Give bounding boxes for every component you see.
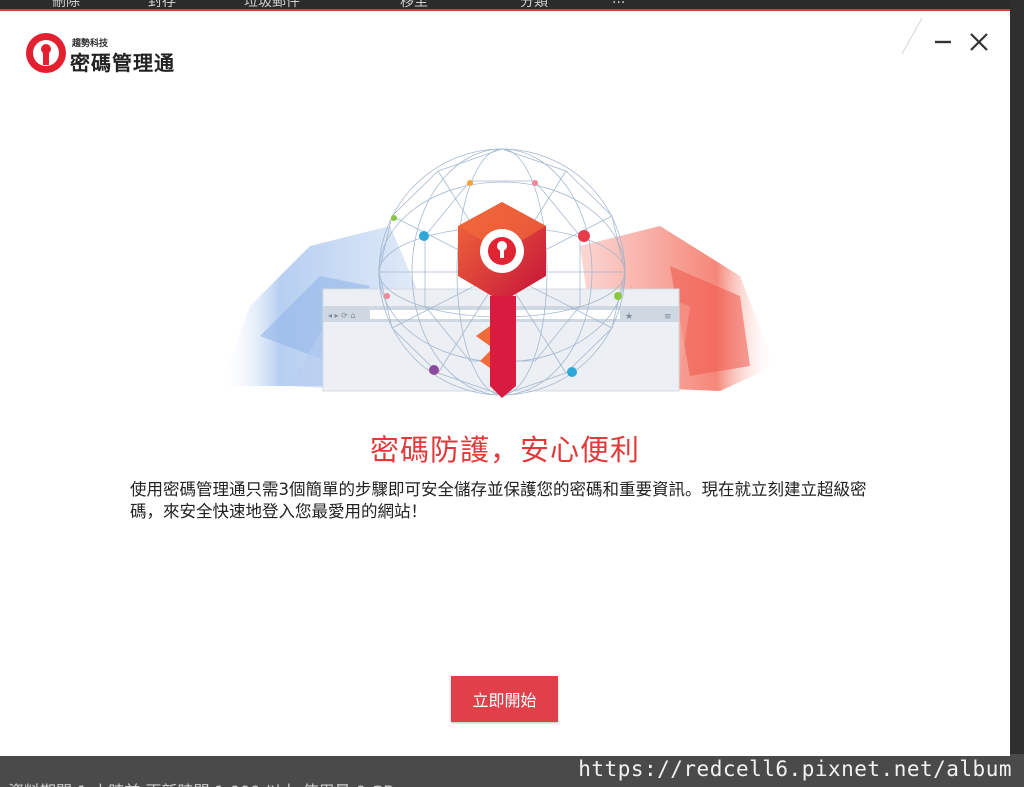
close-icon[interactable] bbox=[966, 29, 992, 55]
minimize-icon[interactable] bbox=[930, 29, 956, 55]
bg-toolbar-category[interactable]: 分類 bbox=[520, 0, 548, 9]
start-now-button[interactable]: 立即開始 bbox=[451, 676, 558, 722]
bg-toolbar-delete[interactable]: 刪除 bbox=[52, 0, 80, 9]
description-text: 使用密碼管理通只需3個簡單的步驟即可安全儲存並保護您的密碼和重要資訊。現在就立刻… bbox=[130, 480, 867, 521]
bg-status-text: 資料期間 1 小時前 更新時間 1,000 以上 使用量 0 GB bbox=[8, 778, 394, 787]
key-shaft bbox=[490, 296, 516, 398]
background-status-bar: 資料期間 1 小時前 更新時間 1,000 以上 使用量 0 GB https:… bbox=[0, 754, 1024, 787]
trend-micro-logo-icon bbox=[26, 33, 66, 73]
watermark-url: https://redcell6.pixnet.net/album bbox=[578, 757, 1012, 781]
background-toolbar: 刪除 封存 垃圾郵件 移至 分類 ... bbox=[0, 0, 1024, 9]
bg-toolbar-move[interactable]: 移至 bbox=[400, 0, 428, 9]
svg-text:≡: ≡ bbox=[664, 312, 672, 322]
svg-text:◂ ▸ ⟳ ⌂: ◂ ▸ ⟳ ⌂ bbox=[328, 311, 355, 320]
bg-toolbar-archive[interactable]: 封存 bbox=[148, 0, 176, 9]
titlebar-divider bbox=[901, 17, 923, 55]
svg-text:★: ★ bbox=[625, 312, 633, 322]
headline: 密碼防護，安心便利 bbox=[369, 433, 640, 467]
bg-toolbar-more[interactable]: ... bbox=[612, 0, 625, 7]
hero-key-illustration: ◂ ▸ ⟳ ⌂ ★ ≡ bbox=[220, 148, 775, 398]
password-manager-dialog: 趨勢科技 密碼管理通 ◂ ▸ ⟳ ⌂ ★ ≡ 密碼防護，安心便利 使用密碼管理通… bbox=[0, 9, 1010, 756]
background-side bbox=[1010, 0, 1024, 787]
brand-product-name: 密碼管理通 bbox=[70, 51, 175, 75]
bg-toolbar-junk[interactable]: 垃圾郵件 bbox=[244, 0, 300, 9]
